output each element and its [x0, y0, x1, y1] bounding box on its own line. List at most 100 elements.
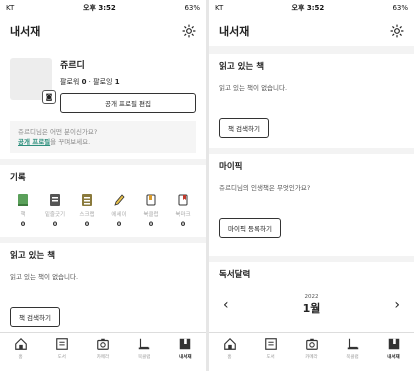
underline-icon — [50, 194, 60, 206]
tab-label: 홈 — [227, 355, 232, 360]
battery: 63% — [392, 4, 408, 12]
reading-title: 읽고 있는 책 — [219, 62, 265, 72]
camera-icon[interactable]: ◙ — [42, 90, 56, 104]
tab-label: 도서 — [266, 355, 275, 360]
bookclub-icon — [146, 194, 156, 206]
bookclub-icon — [347, 338, 358, 350]
record-count: 0 — [84, 220, 90, 228]
following-label: 팔로잉 — [93, 78, 113, 86]
status-bar: KT 오후 3:52 63% — [0, 0, 206, 16]
reading-title: 읽고 있는 책 — [10, 251, 56, 261]
carrier: KT — [215, 4, 224, 12]
record-bookclub[interactable]: 북클럽 0 — [138, 193, 164, 228]
chevron-right-icon[interactable]: › — [394, 297, 400, 313]
record-label: 북클럽 — [143, 212, 159, 218]
tab-my-library[interactable]: 내서재 — [170, 337, 200, 360]
app-bar: 내서재 — [0, 16, 206, 46]
bookclub-icon — [138, 338, 150, 350]
record-label: 에세이 — [111, 212, 127, 218]
home-icon — [14, 337, 27, 350]
tab-label: 카메라 — [96, 355, 110, 360]
records-list: 책 0 밑줄긋기 0 스크랩 0 에세이 0 북클럽 0 북마크 0 — [10, 193, 196, 228]
bottom-tab-bar: 홈 도서 카메라 북클럽 내서재 — [209, 332, 414, 371]
calendar-title: 독서달력 — [219, 270, 251, 280]
tab-bookclub[interactable]: 북클럽 — [129, 337, 159, 360]
my-library-icon — [388, 338, 399, 350]
record-book[interactable]: 책 0 — [10, 193, 36, 228]
tab-bookclub[interactable]: 북클럽 — [338, 337, 368, 360]
tab-label: 도서 — [57, 355, 66, 360]
profile-prompt: 쥬르디님은 어떤 분이신가요? 공개 프로필을 꾸며보세요. — [10, 121, 196, 153]
gear-icon[interactable] — [182, 24, 196, 38]
tab-label: 내서재 — [387, 355, 400, 360]
library-icon — [55, 338, 68, 350]
reading-card: 읽고 있는 책 읽고 있는 책이 없습니다. 책 검색하기 — [209, 54, 414, 148]
tab-my-library[interactable]: 내서재 — [379, 337, 409, 360]
public-profile-link[interactable]: 공개 프로필 — [18, 138, 50, 146]
mypick-question: 쥬르디님의 인생책은 무엇인가요? — [219, 184, 311, 192]
search-book-button[interactable]: 책 검색하기 — [10, 307, 60, 327]
page-title: 내서재 — [10, 25, 41, 38]
prompt-suffix: 을 꾸며보세요. — [50, 138, 91, 146]
followers-label: 팔로워 — [60, 78, 80, 86]
tab-label: 내서재 — [179, 355, 192, 360]
bookmark-icon — [178, 194, 188, 206]
record-scrap[interactable]: 스크랩 0 — [74, 193, 100, 228]
edit-profile-button[interactable]: 공개 프로필 편집 — [60, 93, 196, 113]
time: 오후 3:52 — [291, 4, 325, 12]
record-count: 0 — [116, 220, 122, 228]
search-book-button[interactable]: 책 검색하기 — [219, 118, 269, 138]
page-title: 내서재 — [219, 25, 250, 38]
record-label: 밑줄긋기 — [44, 212, 66, 218]
tab-label: 홈 — [18, 355, 23, 360]
time: 오후 3:52 — [83, 4, 116, 12]
camera-icon — [305, 338, 318, 350]
camera-icon — [97, 338, 109, 350]
tab-label: 북클럽 — [346, 355, 359, 360]
record-count: 0 — [52, 220, 58, 228]
right-screen: KT 오후 3:52 63% 내서재 읽고 있는 책 읽고 있는 책이 없습니다… — [209, 0, 414, 371]
status-bar: KT 오후 3:52 63% — [209, 0, 414, 16]
record-label: 스크랩 — [79, 212, 95, 218]
my-library-icon — [180, 338, 191, 350]
records-title: 기록 — [10, 173, 26, 183]
following-count[interactable]: 1 — [115, 78, 120, 86]
chevron-left-icon[interactable]: ‹ — [223, 297, 229, 313]
home-icon — [223, 337, 236, 350]
record-count: 0 — [180, 220, 186, 228]
battery: 63% — [184, 4, 200, 12]
tab-home[interactable]: 홈 — [215, 337, 245, 360]
record-count: 0 — [148, 220, 154, 228]
tab-label: 북클럽 — [137, 355, 151, 360]
bottom-tab-bar: 홈 도서 카메라 북클럽 내서재 — [0, 332, 206, 371]
tab-library[interactable]: 도서 — [256, 337, 286, 360]
reading-card: 읽고 있는 책 읽고 있는 책이 없습니다. 책 검색하기 — [0, 243, 206, 345]
gear-icon[interactable] — [390, 24, 404, 38]
record-underline[interactable]: 밑줄긋기 0 — [42, 193, 68, 228]
avatar[interactable]: ◙ — [10, 58, 56, 104]
app-bar: 내서재 — [209, 16, 414, 46]
record-bookmark[interactable]: 북마크 0 — [170, 193, 196, 228]
record-label: 북마크 — [175, 212, 191, 218]
record-count: 0 — [20, 220, 26, 228]
mypick-title: 마이픽 — [219, 162, 243, 172]
follow-stats: 팔로워 0 · 팔로잉 1 — [60, 78, 120, 86]
record-label: 책 — [20, 212, 26, 218]
record-essay[interactable]: 에세이 0 — [106, 193, 132, 228]
tab-home[interactable]: 홈 — [6, 337, 36, 360]
tab-camera[interactable]: 카메라 — [88, 337, 118, 360]
tab-library[interactable]: 도서 — [47, 337, 77, 360]
profile-name: 쥬르디 — [60, 61, 85, 71]
profile-card: ◙ 쥬르디 팔로워 0 · 팔로잉 1 공개 프로필 편집 쥬르디님은 어떤 분… — [0, 46, 206, 159]
calendar-month: 1월 — [302, 302, 321, 315]
followers-count[interactable]: 0 — [82, 78, 87, 86]
tab-label: 카메라 — [305, 355, 318, 360]
reading-empty-text: 읽고 있는 책이 없습니다. — [10, 273, 79, 281]
calendar-header: ‹ 2022 1월 › — [219, 290, 404, 316]
scrap-icon — [82, 194, 92, 206]
library-icon — [264, 338, 277, 350]
tab-camera[interactable]: 카메라 — [297, 337, 327, 360]
carrier: KT — [6, 4, 15, 12]
register-mypick-button[interactable]: 마이픽 등록하기 — [219, 218, 281, 238]
book-icon — [18, 194, 28, 206]
